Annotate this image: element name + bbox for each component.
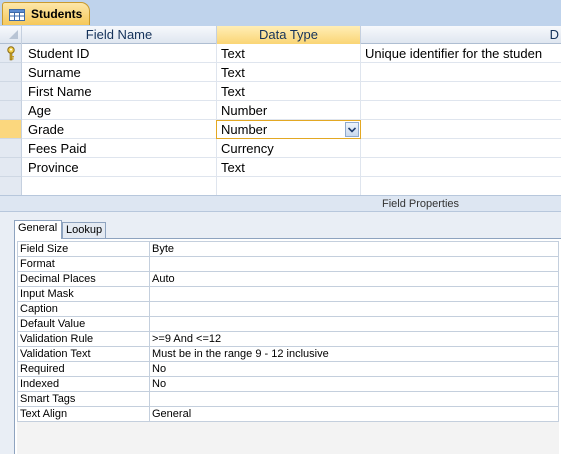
property-row: Field Size Byte [17,241,559,257]
property-row: Text Align General [17,406,559,422]
chevron-down-icon [348,127,356,133]
description-cell[interactable]: Unique identifier for the studen [365,44,561,63]
dropdown-button[interactable] [345,122,359,137]
property-help-area [17,421,559,454]
description-cell[interactable] [365,82,561,101]
data-type-cell[interactable]: Text [221,158,359,177]
property-name: Indexed [17,376,150,392]
description-cell[interactable] [365,139,561,158]
property-value-input[interactable] [149,286,559,302]
row-selector[interactable] [0,82,22,101]
row-selector[interactable] [0,44,22,63]
property-name: Required [17,361,150,377]
property-name: Smart Tags [17,391,150,407]
property-name: Validation Rule [17,331,150,347]
property-name: Validation Text [17,346,150,362]
header-data-type[interactable]: Data Type [217,26,361,44]
field-name-cell[interactable]: Province [28,158,214,177]
grid-header: Field Name Data Type D [0,26,561,44]
data-type-cell[interactable]: Number [221,101,359,120]
property-row: Format [17,256,559,272]
property-value-input[interactable] [149,256,559,272]
row-selector[interactable] [0,120,22,139]
tab-general[interactable]: General [14,220,62,239]
primary-key-icon [5,46,17,61]
field-name-cell[interactable]: Grade [28,120,214,139]
property-value-input[interactable] [149,301,559,317]
property-row: Smart Tags [17,391,559,407]
property-row: Validation Rule >=9 And <=12 [17,331,559,347]
tab-lookup[interactable]: Lookup [62,222,106,239]
property-value-input[interactable]: Byte [149,241,559,257]
property-name: Default Value [17,316,150,332]
data-type-dropdown[interactable]: Number [216,120,361,139]
general-properties-panel: Field Size Byte Format Decimal Places Auto In… [14,238,561,454]
field-name-cell[interactable]: First Name [28,82,214,101]
property-row: Decimal Places Auto [17,271,559,287]
data-type-cell[interactable]: Text [221,44,359,63]
data-type-cell[interactable]: Currency [221,139,359,158]
document-tab-strip: Students [0,0,561,27]
property-value-input[interactable] [149,316,559,332]
row-selector[interactable] [0,101,22,120]
property-value-input[interactable]: Must be in the range 9 - 12 inclusive [149,346,559,362]
property-name: Caption [17,301,150,317]
header-field-name[interactable]: Field Name [22,26,217,44]
description-cell[interactable] [365,101,561,120]
property-row: Validation Text Must be in the range 9 - … [17,346,559,362]
property-name: Field Size [17,241,150,257]
property-name: Text Align [17,406,150,422]
select-all-corner[interactable] [0,26,22,44]
property-name: Format [17,256,150,272]
description-cell[interactable] [365,158,561,177]
tab-title: Students [31,7,83,21]
properties-table: Field Size Byte Format Decimal Places Auto In… [17,241,559,422]
description-cell[interactable] [365,120,561,139]
data-type-cell[interactable]: Text [221,63,359,82]
property-row: Default Value [17,316,559,332]
property-value-input[interactable]: >=9 And <=12 [149,331,559,347]
property-row: Indexed No [17,376,559,392]
row-selector[interactable] [0,158,22,177]
field-name-cell[interactable]: Fees Paid [28,139,214,158]
data-type-value: Number [221,122,268,137]
row-selector[interactable] [0,139,22,158]
field-name-cell[interactable]: Surname [28,63,214,82]
students-table-tab[interactable]: Students [2,2,90,25]
row-selector[interactable] [0,63,22,82]
property-value-input[interactable] [149,391,559,407]
header-description[interactable]: D [361,26,561,44]
field-name-cell[interactable]: Age [28,101,214,120]
description-cell[interactable] [365,63,561,82]
field-design-grid: Field Name Data Type D Student ID Text Uni… [0,26,561,196]
property-row: Caption [17,301,559,317]
property-row: Required No [17,361,559,377]
property-value-input[interactable]: No [149,376,559,392]
data-type-cell[interactable]: Text [221,82,359,101]
table-icon [9,8,25,21]
property-value-input[interactable]: General [149,406,559,422]
field-properties-title: Field Properties [382,198,460,210]
property-row: Input Mask [17,286,559,302]
field-name-cell[interactable]: Student ID [28,44,214,63]
property-name: Decimal Places [17,271,150,287]
property-value-input[interactable]: Auto [149,271,559,287]
field-properties-pane: General Lookup Field Size Byte Format Decim… [0,212,561,454]
field-properties-splitter[interactable]: Field Properties [0,195,561,212]
property-name: Input Mask [17,286,150,302]
row-selector[interactable] [0,177,22,196]
property-value-input[interactable]: No [149,361,559,377]
